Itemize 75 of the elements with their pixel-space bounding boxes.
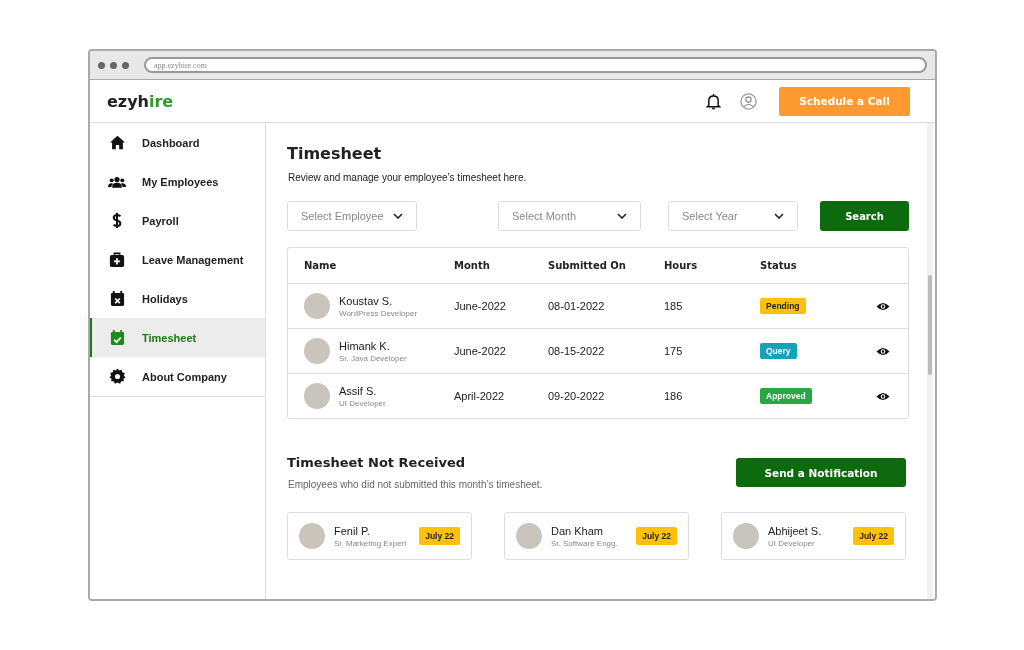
- column-header: Status: [760, 260, 798, 271]
- sidebar-item[interactable]: Payroll: [90, 201, 265, 240]
- status-badge: Approved: [760, 388, 812, 404]
- table-cell-text: 09-20-2022: [548, 390, 606, 402]
- avatar: [299, 523, 325, 549]
- sidebar-item[interactable]: My Employees: [90, 162, 265, 201]
- select-dropdown[interactable]: Select Employee: [287, 201, 417, 231]
- employee-name: Abhijeet S.: [768, 524, 822, 537]
- employee-name: Himank K.: [339, 339, 391, 352]
- column-header: Month: [454, 260, 491, 271]
- employee-name: Koustav S.: [339, 294, 394, 307]
- status-badge: Query: [760, 343, 797, 359]
- sidebar-item[interactable]: Dashboard: [90, 123, 265, 162]
- table-cell-text: 185: [664, 300, 684, 312]
- logo[interactable]: ezyhire: [107, 91, 706, 111]
- select-dropdown[interactable]: Select Year: [668, 201, 798, 231]
- select-dropdown[interactable]: Select Month: [498, 201, 641, 231]
- month-badge: July 22: [853, 527, 894, 545]
- sidebar-item[interactable]: About Company: [90, 357, 265, 396]
- sidebar-item[interactable]: Timesheet: [90, 318, 265, 357]
- page-title: Timesheet: [287, 143, 383, 163]
- table-cell-text: April-2022: [454, 390, 506, 402]
- sidebar-item[interactable]: Leave Management: [90, 240, 265, 279]
- page-subtitle: Review and manage your employee’s timesheet here.: [288, 172, 528, 183]
- avatar: [304, 293, 330, 319]
- calendar-x-icon: [109, 290, 125, 307]
- home-icon: [108, 135, 126, 150]
- window-dot: [122, 61, 129, 69]
- dollar-icon: [112, 212, 122, 229]
- column-header: Name: [304, 260, 338, 271]
- users-icon: [108, 175, 126, 188]
- employee-name: Assif S.: [339, 384, 378, 397]
- table-cell-text: 08-01-2022: [548, 300, 606, 312]
- user-avatar-icon[interactable]: [740, 92, 757, 110]
- employee-role: Sr. Marketing Expert: [334, 538, 407, 548]
- month-badge: July 22: [636, 527, 677, 545]
- send-notification-button[interactable]: Send a Notification: [736, 458, 906, 487]
- column-header: Hours: [664, 260, 699, 271]
- window-dot: [98, 61, 105, 69]
- avatar: [733, 523, 759, 549]
- avatar: [304, 338, 330, 364]
- scrollbar[interactable]: [927, 123, 933, 599]
- employee-role: WordPress Developer: [339, 308, 418, 318]
- calendar-check-icon: [109, 329, 125, 346]
- address-bar[interactable]: app.ezyhire.com: [144, 57, 927, 73]
- sidebar-item[interactable]: Holidays: [90, 279, 265, 318]
- table-cell-text: June-2022: [454, 345, 507, 357]
- employee-role: Sr. Java Developer: [339, 353, 407, 363]
- avatar: [304, 383, 330, 409]
- medkit-icon: [109, 251, 125, 268]
- chevron-down-icon: [617, 213, 627, 219]
- table-cell-text: 08-15-2022: [548, 345, 606, 357]
- settings-icon: [108, 368, 126, 385]
- section-subtitle: Employees who did not submitted this month’s timesheet.: [288, 479, 543, 490]
- column-header: Submitted On: [548, 260, 627, 271]
- employee-name: Fenil P.: [334, 524, 371, 537]
- chevron-down-icon: [393, 213, 403, 219]
- employee-role: UI Developer: [339, 398, 386, 408]
- employee-role: Sr. Software Engg.: [551, 538, 618, 548]
- bell-icon[interactable]: [706, 92, 721, 110]
- eye-icon[interactable]: [876, 391, 890, 401]
- window-dot: [110, 61, 117, 69]
- status-badge: Pending: [760, 298, 806, 314]
- eye-icon[interactable]: [876, 346, 890, 356]
- eye-icon[interactable]: [876, 301, 890, 311]
- month-badge: July 22: [419, 527, 460, 545]
- table-cell-text: 186: [664, 390, 684, 402]
- avatar: [516, 523, 542, 549]
- section-title: Timesheet Not Received: [287, 455, 466, 470]
- employee-name: Dan Kham: [551, 524, 604, 537]
- table-cell-text: 175: [664, 345, 684, 357]
- search-button[interactable]: Search: [820, 201, 909, 231]
- table-cell-text: June-2022: [454, 300, 507, 312]
- chevron-down-icon: [774, 213, 784, 219]
- employee-role: UI Developer: [768, 538, 816, 548]
